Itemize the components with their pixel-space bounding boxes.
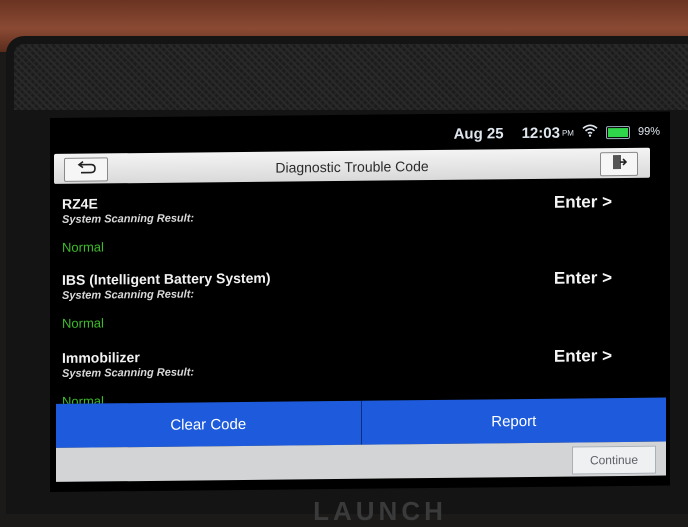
clear-code-button[interactable]: Clear Code	[56, 400, 362, 448]
exit-icon	[611, 153, 628, 174]
device-speaker-grille	[14, 44, 688, 110]
device-brand-logo: LAUNCH	[313, 496, 447, 526]
title-bar: Diagnostic Trouble Code	[54, 147, 650, 184]
report-button[interactable]: Report	[361, 397, 666, 445]
status-bar: Aug 25 12:03 PM 99%	[50, 120, 660, 150]
wifi-icon	[582, 124, 598, 140]
exit-button[interactable]	[600, 151, 638, 177]
battery-fill	[607, 127, 628, 137]
page-title: Diagnostic Trouble Code	[275, 158, 429, 176]
enter-button[interactable]: Enter >	[554, 346, 612, 367]
battery-icon	[605, 125, 630, 139]
system-result: Normal	[62, 393, 104, 404]
battery-percent: 99%	[637, 125, 660, 138]
system-subtitle: System Scanning Result:	[62, 366, 195, 380]
system-item[interactable]: Immobilizer System Scanning Result: Norm…	[62, 344, 642, 404]
enter-button[interactable]: Enter >	[554, 192, 612, 213]
system-name: RZ4E	[62, 195, 98, 212]
system-subtitle: System Scanning Result:	[62, 288, 195, 302]
system-item[interactable]: IBS (Intelligent Battery System) System …	[62, 266, 642, 348]
system-name: Immobilizer	[62, 349, 140, 366]
system-subtitle: System Scanning Result:	[62, 212, 195, 226]
status-date: Aug 25	[453, 124, 504, 143]
status-ampm: PM	[561, 128, 574, 138]
status-time: 12:03	[521, 124, 560, 142]
continue-button[interactable]: Continue	[572, 445, 656, 475]
system-name: IBS (Intelligent Battery System)	[62, 269, 271, 288]
enter-button[interactable]: Enter >	[554, 268, 612, 289]
footer-bar: Continue	[56, 441, 666, 482]
system-result: Normal	[62, 239, 104, 255]
system-item[interactable]: RZ4E System Scanning Result: Normal Ente…	[62, 190, 642, 272]
system-list: RZ4E System Scanning Result: Normal Ente…	[50, 184, 650, 404]
tablet-screen: Aug 25 12:03 PM 99% Diagnostic Trouble C…	[50, 111, 670, 492]
system-result: Normal	[62, 315, 104, 331]
action-bar: Clear Code Report	[56, 397, 666, 448]
